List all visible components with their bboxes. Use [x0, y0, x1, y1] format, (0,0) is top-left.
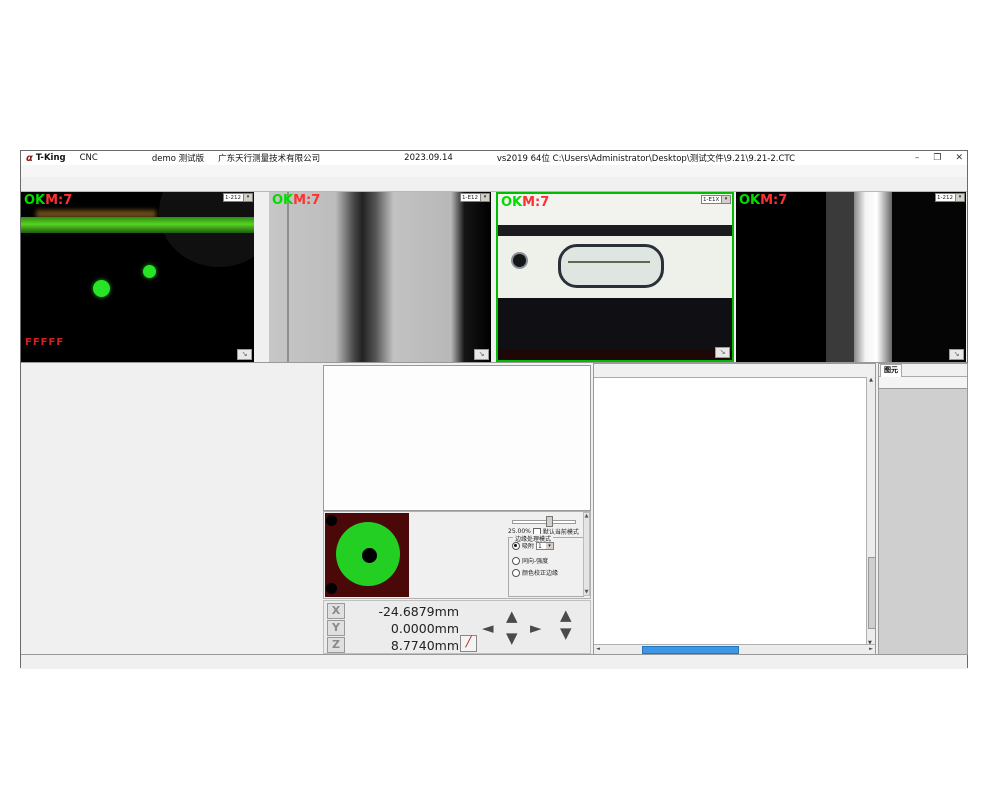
contrast-slider[interactable] — [512, 516, 574, 524]
slider-thumb[interactable] — [546, 516, 553, 527]
z-jog-arrows[interactable]: ▲ ▼ — [560, 609, 576, 649]
title-bar: α T-King CNC demo 测试版 广东天行测量技术有限公司 2023.… — [21, 151, 967, 166]
element-detail-panel: 图元 — [878, 363, 968, 655]
measurement-table-panel: ▲▼ ◄► — [593, 363, 876, 655]
table-tabs — [594, 364, 875, 378]
camera2-edge-line — [287, 192, 289, 362]
close-button[interactable]: ✕ — [955, 153, 963, 163]
tab-element[interactable]: 图元 — [880, 364, 902, 377]
jog-left-icon[interactable]: ◄ — [482, 621, 494, 635]
x-value: -24.6879mm — [351, 604, 459, 619]
y-value: 0.0000mm — [351, 621, 459, 636]
chevron-down-icon: ▾ — [721, 196, 730, 203]
snap-level-dropdown[interactable]: 1 — [536, 542, 554, 550]
camera1-status-label: OKM:7 — [24, 193, 72, 208]
camera-view-1[interactable]: OKM:7 1-212▾ FFFFF ↘ — [21, 192, 254, 362]
camera-view-3-selected[interactable]: OKM:7 1-E1X▾ ↘ — [496, 192, 734, 362]
tool-palette — [323, 365, 591, 511]
camera4-gray-zone — [826, 192, 854, 362]
z-up-icon[interactable]: ▲ — [560, 609, 572, 621]
camera1-laser-dot-1 — [93, 280, 110, 297]
camera-view-4[interactable]: OKM:7 1-212▾ ↘ — [736, 192, 966, 362]
jog-up-icon[interactable]: ▲ — [506, 609, 518, 623]
camera4-bright-strip — [854, 192, 892, 362]
app-brand: T-King — [36, 153, 66, 163]
camera-row: OKM:7 1-212▾ FFFFF ↘ OKM:7 1-E12▾ ↘ OKM:… — [21, 192, 967, 362]
title-date: 2023.09.14 — [404, 153, 453, 163]
camera1-readout-text: FFFFF — [25, 337, 64, 348]
chevron-down-icon: ▾ — [955, 194, 964, 201]
camera2-magnification-dropdown[interactable]: 1-E12▾ — [460, 193, 490, 202]
y-axis-icon: Y — [327, 620, 345, 636]
ring-corner-dot — [326, 515, 337, 526]
camera1-magnification-dropdown[interactable]: 1-212▾ — [223, 193, 253, 202]
camera2-status-label: OKM:7 — [272, 193, 320, 208]
maximize-button[interactable]: ❐ — [933, 153, 941, 163]
light-options: 25.00% 默认当前模式 边缘处理模式 吸附1 同向-强度 颜色校正边缘 — [506, 513, 586, 597]
radio-direction-strength[interactable] — [512, 557, 520, 565]
diagonal-jog-button[interactable]: ╱ — [460, 635, 477, 652]
camera4-resize-grip[interactable]: ↘ — [949, 349, 964, 360]
app-logo-icon: α — [26, 153, 33, 164]
camera3-resize-grip[interactable]: ↘ — [715, 347, 730, 358]
camera3-hole — [513, 254, 526, 267]
edge-mode-group: 边缘处理模式 吸附1 同向-强度 颜色校正边缘 — [508, 537, 584, 597]
main-toolbar — [21, 177, 967, 192]
ring-light-center — [362, 548, 377, 563]
title-build-path: vs2019 64位 C:\Users\Administrator\Deskto… — [497, 152, 795, 164]
ring-mode-buttons — [411, 514, 426, 598]
status-bar — [21, 654, 967, 669]
camera3-bottom-glow — [498, 350, 732, 362]
chevron-down-icon: ▾ — [480, 194, 489, 201]
chevron-down-icon: ▾ — [243, 194, 252, 201]
table-vertical-scrollbar[interactable]: ▲▼ — [866, 377, 875, 646]
z-value: 8.7740mm — [351, 638, 459, 653]
light-control-panel: 25.00% 默认当前模式 边缘处理模式 吸附1 同向-强度 颜色校正边缘 ▲▼ — [323, 511, 591, 599]
ring-light-display[interactable] — [325, 513, 409, 597]
z-axis-icon: Z — [327, 637, 345, 653]
camera3-slot-pin — [568, 261, 650, 263]
camera3-dark-band-bottom — [498, 298, 732, 350]
detail-panel-empty-area — [879, 502, 967, 654]
company-name: 广东天行测量技术有限公司 — [218, 152, 320, 164]
camera3-magnification-dropdown[interactable]: 1-E1X▾ — [701, 195, 731, 204]
table-horizontal-scrollbar[interactable]: ◄► — [594, 644, 875, 654]
z-down-icon[interactable]: ▼ — [560, 627, 572, 639]
app-name: CNC — [80, 153, 98, 163]
jog-down-icon[interactable]: ▼ — [506, 631, 518, 645]
main-area: 25.00% 默认当前模式 边缘处理模式 吸附1 同向-强度 颜色校正边缘 ▲▼… — [21, 362, 967, 654]
camera2-resize-grip[interactable]: ↘ — [474, 349, 489, 360]
radio-color-edge[interactable] — [512, 569, 520, 577]
radio-snap[interactable] — [512, 542, 520, 550]
camera3-slot — [558, 244, 664, 288]
screenshot-stage: { "window": { "logo": "α", "brand": "T-K… — [0, 0, 1000, 789]
camera4-status-label: OKM:7 — [739, 193, 787, 208]
camera4-magnification-dropdown[interactable]: 1-212▾ — [935, 193, 965, 202]
app-edition: demo 测试版 — [152, 152, 204, 164]
ring-corner-dot — [326, 583, 337, 594]
jog-right-icon[interactable]: ► — [530, 621, 542, 635]
camera1-laser-dot-2 — [143, 265, 156, 278]
camera1-laser-band — [21, 217, 254, 233]
camera4-dark-right — [892, 192, 966, 362]
camera3-status-label: OKM:7 — [501, 195, 549, 210]
minimize-button[interactable]: – — [915, 153, 920, 163]
camera-view-2[interactable]: OKM:7 1-E12▾ ↘ — [269, 192, 491, 362]
app-window: α T-King CNC demo 测试版 广东天行测量技术有限公司 2023.… — [20, 150, 968, 668]
camera1-resize-grip[interactable]: ↘ — [237, 349, 252, 360]
camera3-dark-band-top — [498, 225, 732, 236]
options-scrollbar[interactable]: ▲▼ — [583, 512, 590, 596]
x-axis-icon: X — [327, 603, 345, 619]
coordinate-readout: X -24.6879mm Y 0.0000mm Z 8.7740mm ╱ ◄ ▲ ▼ … — [323, 600, 591, 654]
xy-jog-arrows[interactable]: ◄ ▲ ▼ ► — [482, 609, 546, 649]
